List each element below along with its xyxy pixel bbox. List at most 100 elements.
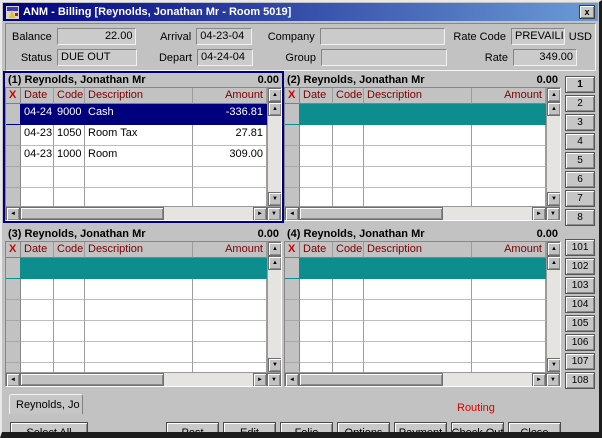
scroll-thumb[interactable] — [299, 207, 443, 220]
vertical-scrollbar[interactable]: ▲ ▲ ▼ — [546, 242, 560, 372]
column-header-code[interactable]: Code — [54, 242, 85, 258]
table-row-empty-selected[interactable] — [285, 104, 546, 125]
scroll-thumb-icon[interactable]: ▲ — [547, 102, 560, 116]
row-selector[interactable] — [285, 363, 300, 372]
window-button-2[interactable]: 2 — [565, 95, 595, 112]
table-row-empty[interactable] — [285, 300, 546, 321]
table-row-empty[interactable] — [285, 146, 546, 167]
table-row-empty[interactable] — [285, 279, 546, 300]
scroll-down-icon[interactable]: ▼ — [268, 358, 281, 372]
scroll-thumb-icon[interactable]: ▲ — [268, 102, 281, 116]
folio-pane-2[interactable]: (2) Reynolds, Jonathan Mr 0.00 X Date Co… — [284, 73, 561, 221]
column-header-date[interactable]: Date — [21, 242, 54, 258]
scroll-down-icon[interactable]: ▼ — [268, 192, 281, 206]
scroll-right-icon[interactable]: ► — [532, 207, 546, 221]
table-row-empty[interactable] — [6, 342, 267, 363]
post-button[interactable]: Post — [166, 422, 219, 438]
window-button-103[interactable]: 103 — [565, 277, 595, 294]
column-header-date[interactable]: Date — [300, 88, 333, 104]
scroll-thumb[interactable] — [20, 207, 164, 220]
column-header-amount[interactable]: Amount — [472, 88, 546, 104]
column-header-description[interactable]: Description — [364, 88, 472, 104]
column-header-description[interactable]: Description — [364, 242, 472, 258]
row-selector[interactable] — [6, 125, 21, 146]
folio-pane-4[interactable]: (4) Reynolds, Jonathan Mr 0.00 X Date Co… — [284, 227, 561, 387]
table-row-empty[interactable] — [285, 167, 546, 188]
column-header-x[interactable]: X — [285, 242, 300, 258]
scroll-thumb[interactable] — [299, 373, 443, 386]
window-button-1[interactable]: 1 — [565, 76, 595, 93]
table-row-empty-selected[interactable] — [285, 258, 546, 279]
scroll-track[interactable] — [268, 116, 281, 192]
row-selector[interactable] — [6, 363, 21, 372]
scroll-left-icon[interactable]: ◄ — [285, 207, 299, 221]
options-button[interactable]: Options — [337, 422, 390, 438]
vertical-scrollbar[interactable]: ▲ ▲ ▼ — [267, 88, 281, 206]
scroll-track[interactable] — [547, 116, 560, 192]
window-button-6[interactable]: 6 — [565, 171, 595, 188]
scroll-thumb-icon[interactable]: ▲ — [547, 256, 560, 270]
folio-button[interactable]: Folio — [280, 422, 333, 438]
horizontal-scrollbar[interactable]: ◄ ► ▼ — [285, 372, 560, 386]
column-header-amount[interactable]: Amount — [472, 242, 546, 258]
column-header-x[interactable]: X — [6, 88, 21, 104]
close-button[interactable]: Close — [508, 422, 561, 438]
scroll-left-icon[interactable]: ◄ — [6, 207, 20, 221]
scroll-corner-icon[interactable]: ▼ — [546, 373, 560, 387]
scroll-right-icon[interactable]: ► — [253, 373, 267, 387]
window-button-105[interactable]: 105 — [565, 315, 595, 332]
table-row-empty[interactable] — [6, 279, 267, 300]
payment-button[interactable]: Payment — [394, 422, 447, 438]
row-selector[interactable] — [6, 342, 21, 363]
column-header-date[interactable]: Date — [21, 88, 54, 104]
scroll-corner-icon[interactable]: ▼ — [546, 207, 560, 221]
row-selector[interactable] — [6, 321, 21, 342]
scroll-right-icon[interactable]: ► — [253, 207, 267, 221]
window-button-108[interactable]: 108 — [565, 372, 595, 389]
scroll-track[interactable] — [20, 207, 253, 220]
row-selector[interactable] — [285, 188, 300, 206]
horizontal-scrollbar[interactable]: ◄ ► ▼ — [6, 206, 281, 220]
window-button-106[interactable]: 106 — [565, 334, 595, 351]
column-header-code[interactable]: Code — [333, 88, 364, 104]
row-selector[interactable] — [285, 258, 300, 279]
window-button-7[interactable]: 7 — [565, 190, 595, 207]
window-button-5[interactable]: 5 — [565, 152, 595, 169]
scroll-thumb-icon[interactable]: ▲ — [268, 256, 281, 270]
select-all-button[interactable]: Select All — [10, 422, 88, 438]
horizontal-scrollbar[interactable]: ◄ ► ▼ — [6, 372, 281, 386]
row-selector[interactable] — [285, 300, 300, 321]
scroll-track[interactable] — [299, 373, 532, 386]
table-row-empty[interactable] — [285, 363, 546, 372]
row-selector[interactable] — [285, 342, 300, 363]
row-selector[interactable] — [6, 167, 21, 188]
row-selector[interactable] — [285, 279, 300, 300]
table-row-empty[interactable] — [285, 188, 546, 206]
window-button-104[interactable]: 104 — [565, 296, 595, 313]
vertical-scrollbar[interactable]: ▲ ▲ ▼ — [267, 242, 281, 372]
row-selector[interactable] — [6, 146, 21, 167]
table-row-empty[interactable] — [285, 321, 546, 342]
scroll-right-icon[interactable]: ► — [532, 373, 546, 387]
scroll-up-icon[interactable]: ▲ — [268, 88, 281, 102]
row-selector[interactable] — [285, 167, 300, 188]
row-selector[interactable] — [285, 125, 300, 146]
scroll-track[interactable] — [547, 270, 560, 358]
scroll-up-icon[interactable]: ▲ — [547, 88, 560, 102]
scroll-track[interactable] — [268, 270, 281, 358]
column-header-description[interactable]: Description — [85, 242, 193, 258]
row-selector[interactable] — [6, 258, 21, 279]
scroll-down-icon[interactable]: ▼ — [547, 358, 560, 372]
table-row-selected[interactable]: 04-24 9000 Cash -336.81 — [6, 104, 267, 125]
column-header-amount[interactable]: Amount — [193, 242, 267, 258]
column-header-code[interactable]: Code — [54, 88, 85, 104]
column-header-date[interactable]: Date — [300, 242, 333, 258]
row-selector[interactable] — [285, 104, 300, 125]
column-header-amount[interactable]: Amount — [193, 88, 267, 104]
scroll-track[interactable] — [299, 207, 532, 220]
table-row-empty[interactable] — [6, 300, 267, 321]
window-button-3[interactable]: 3 — [565, 114, 595, 131]
edit-button[interactable]: Edit — [223, 422, 276, 438]
row-selector[interactable] — [6, 300, 21, 321]
row-selector[interactable] — [6, 104, 21, 125]
